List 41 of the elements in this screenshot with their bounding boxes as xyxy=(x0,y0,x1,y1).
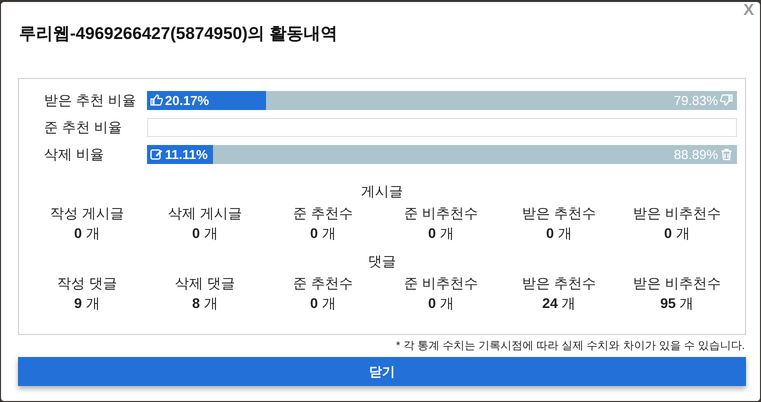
stat-label: 삭제 게시글 xyxy=(168,204,242,223)
ratio-label: 받은 추천 비율 xyxy=(44,91,137,110)
stat-label: 준 비추천수 xyxy=(404,274,478,293)
ratio-label: 준 추천 비율 xyxy=(44,118,123,137)
stat-value: 0 개 xyxy=(428,294,454,313)
stat-value: 0 개 xyxy=(74,224,100,243)
close-button[interactable]: 닫기 xyxy=(18,357,746,386)
stat-label: 삭제 댓글 xyxy=(175,274,235,293)
thumbs-down-icon xyxy=(720,94,733,107)
stat-label: 준 추천수 xyxy=(293,204,353,223)
section-title: 댓글 xyxy=(368,252,396,270)
stat-value: 9 개 xyxy=(74,294,100,313)
pencil-square-icon xyxy=(150,148,163,161)
stat-value: 8 개 xyxy=(192,294,218,313)
close-button[interactable]: X xyxy=(741,3,756,19)
section-title: 게시글 xyxy=(361,182,403,200)
stat-value: 0 개 xyxy=(310,294,336,313)
thumbs-up-icon xyxy=(150,94,163,107)
stat-label: 작성 댓글 xyxy=(57,274,117,293)
stat-label: 받은 추천수 xyxy=(522,274,596,293)
stat-value: 0 개 xyxy=(664,224,690,243)
ratio-value: 20.17% xyxy=(165,94,210,107)
disclaimer-note: * 각 통계 수치는 기록시점에 따라 실제 수치와 차이가 있을 수 있습니다. xyxy=(396,339,745,354)
ratio-value: 88.89% xyxy=(674,148,718,161)
stat-label: 받은 추천수 xyxy=(522,204,596,223)
stat-value: 24 개 xyxy=(542,294,576,313)
trash-icon xyxy=(720,148,733,161)
ratio-value: 79.83% xyxy=(674,94,718,107)
stat-label: 받은 비추천수 xyxy=(633,274,721,293)
stat-value: 0 개 xyxy=(428,224,454,243)
ratio-label: 삭제 비율 xyxy=(44,145,105,164)
stat-value: 0 개 xyxy=(310,224,336,243)
stat-label: 준 추천수 xyxy=(293,274,353,293)
ratio-value: 11.11% xyxy=(165,148,208,161)
stat-label: 작성 게시글 xyxy=(50,204,124,223)
stat-label: 준 비추천수 xyxy=(404,204,478,223)
stat-value: 0 개 xyxy=(546,224,572,243)
stat-value: 95 개 xyxy=(660,294,694,313)
stat-value: 0 개 xyxy=(192,224,218,243)
stat-label: 받은 비추천수 xyxy=(633,204,721,223)
dialog-title: 루리웹-4969266427(5874950)의 활동내역 xyxy=(19,23,338,45)
